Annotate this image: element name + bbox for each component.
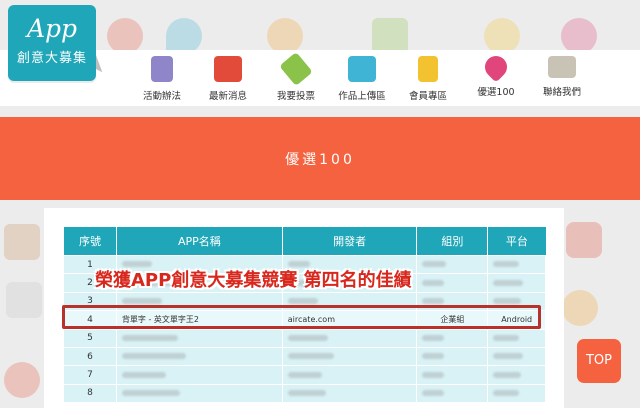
blurred-cell — [116, 365, 283, 385]
bg-coin-icon — [267, 18, 303, 54]
col-header-developer: 開發者 — [282, 227, 418, 256]
nav-item-contact[interactable]: 聯絡我們 — [530, 56, 594, 98]
bg-money-icon — [562, 290, 598, 326]
blurred-cell — [487, 383, 546, 403]
page-banner: 優選100 — [0, 117, 640, 200]
blurred-cell — [116, 383, 283, 403]
nav-item-vote[interactable]: 我要投票 — [264, 51, 328, 102]
blurred-cell — [416, 365, 489, 385]
bg-camera-icon — [6, 282, 42, 318]
blurred-cell — [282, 328, 418, 348]
cloud-upload-icon — [348, 56, 376, 82]
member-id-icon — [418, 56, 438, 82]
blurred-cell — [487, 273, 546, 293]
site-logo[interactable]: App 創意大募集 — [8, 5, 96, 81]
row-number: 5 — [64, 328, 117, 348]
blurred-cell — [487, 328, 546, 348]
nav-label: 活動辦法 — [142, 91, 181, 102]
nav-label: 作品上傳區 — [338, 91, 386, 102]
table-row[interactable]: 5 — [64, 328, 546, 348]
blurred-cell — [116, 346, 283, 366]
award-caption: 榮獲APP創意大募集競賽 第四名的佳績 — [95, 270, 412, 291]
table-header-row: 序號 APP名稱 開發者 組別 平台 — [64, 227, 546, 256]
blurred-cell — [282, 346, 418, 366]
bg-rain-icon — [566, 222, 602, 258]
blurred-cell — [487, 365, 546, 385]
logo-app-text: App — [26, 14, 78, 43]
table-row[interactable]: 8 — [64, 383, 546, 403]
heart-icon — [480, 51, 512, 83]
blurred-cell — [282, 365, 418, 385]
nav-label: 優選100 — [477, 87, 515, 98]
col-header-group: 組別 — [416, 227, 489, 256]
bg-bus-icon — [372, 18, 408, 54]
table-row[interactable]: 7 — [64, 365, 546, 385]
blurred-cell — [416, 273, 489, 293]
document-list-icon — [151, 56, 173, 82]
nav-item-news[interactable]: 最新消息 — [196, 56, 260, 102]
blurred-cell — [487, 254, 546, 274]
row-number: 6 — [64, 346, 117, 366]
tag-icon — [279, 51, 313, 87]
logo-subtitle: 創意大募集 — [16, 51, 87, 66]
blurred-cell — [416, 254, 489, 274]
blurred-cell — [416, 346, 489, 366]
bg-megaphone-icon — [4, 362, 40, 398]
back-to-top-button[interactable]: TOP — [577, 339, 621, 383]
bg-key-icon — [561, 18, 597, 54]
row-number: 7 — [64, 365, 117, 385]
table-row[interactable]: 6 — [64, 346, 546, 366]
col-header-platform: 平台 — [487, 227, 546, 256]
nav-item-top100[interactable]: 優選100 — [464, 51, 528, 98]
nav-item-upload[interactable]: 作品上傳區 — [330, 56, 394, 102]
blurred-cell — [282, 383, 418, 403]
bg-truck-icon — [4, 224, 40, 260]
bg-drop-icon — [166, 18, 202, 54]
col-header-app-name: APP名稱 — [116, 227, 283, 256]
bg-sun-icon — [484, 18, 520, 54]
nav-label: 我要投票 — [276, 91, 315, 102]
nav-label: 聯絡我們 — [542, 87, 581, 98]
col-header-no: 序號 — [64, 227, 117, 256]
blurred-cell — [416, 383, 489, 403]
chat-bubbles-icon — [214, 56, 242, 82]
nav-item-member[interactable]: 會員專區 — [396, 56, 460, 102]
nav-label: 最新消息 — [208, 91, 247, 102]
bg-chat-icon — [107, 18, 143, 54]
nav-item-rules[interactable]: 活動辦法 — [130, 56, 194, 102]
row-number: 8 — [64, 383, 117, 403]
blurred-cell — [116, 328, 283, 348]
highlight-box — [62, 305, 541, 329]
nav-label: 會員專區 — [408, 91, 447, 102]
mail-icon — [548, 56, 576, 78]
blurred-cell — [416, 328, 489, 348]
blurred-cell — [487, 346, 546, 366]
page-title: 優選100 — [285, 152, 355, 168]
